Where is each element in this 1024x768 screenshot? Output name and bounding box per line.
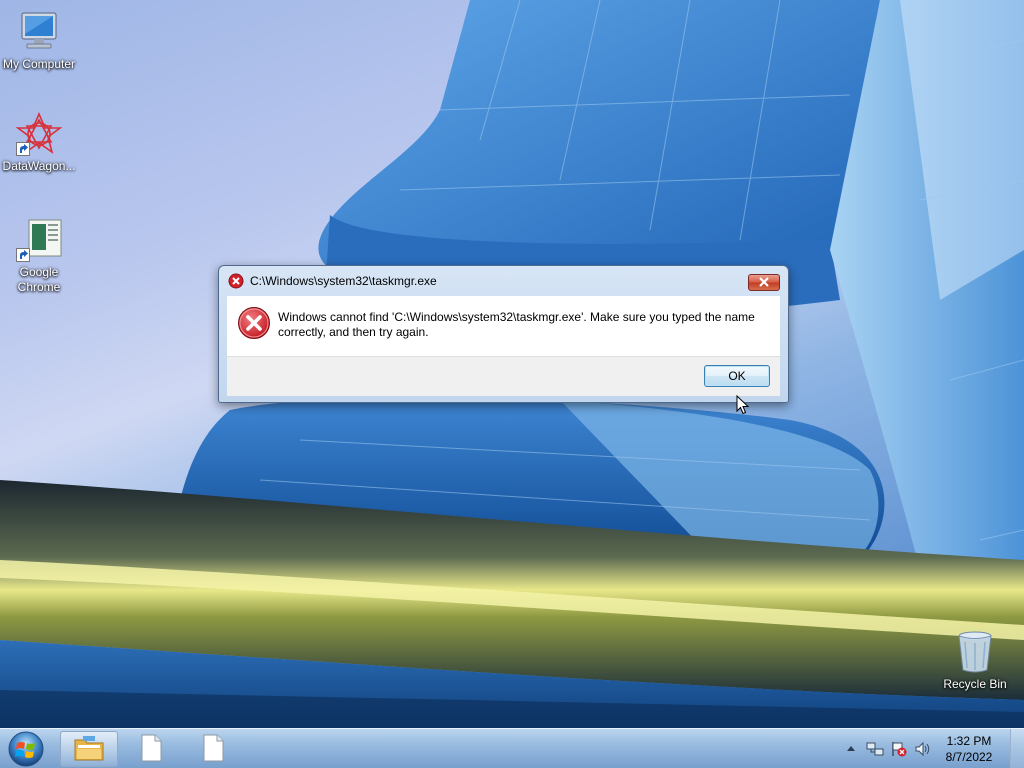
shortcut-arrow-icon xyxy=(16,142,30,156)
close-icon xyxy=(758,276,770,290)
taskbar: 1:32 PM 8/7/2022 xyxy=(0,728,1024,768)
start-button[interactable] xyxy=(6,730,46,768)
desktop-icon-label: My Computer xyxy=(2,57,76,71)
desktop-icon-recycle-bin[interactable]: Recycle Bin xyxy=(936,630,1014,692)
taskbar-clock[interactable]: 1:32 PM 8/7/2022 xyxy=(939,733,999,765)
desktop-icon-my-computer[interactable]: My Computer xyxy=(0,10,78,72)
taskbar-button-file-explorer[interactable] xyxy=(60,731,118,767)
clock-time: 1:32 PM xyxy=(946,734,992,748)
show-desktop-button[interactable] xyxy=(1010,729,1024,768)
taskbar-button-document-2[interactable] xyxy=(184,731,242,767)
desktop-icon-label: DataWagon... xyxy=(2,159,76,173)
datawagon-icon xyxy=(15,111,63,156)
shortcut-arrow-icon xyxy=(16,248,30,262)
mouse-cursor-icon xyxy=(736,395,750,415)
dialog-footer: OK xyxy=(227,356,780,396)
desktop-icon-label: Recycle Bin xyxy=(943,677,1007,691)
ok-button[interactable]: OK xyxy=(704,365,770,387)
desktop-icon-label: Google Chrome xyxy=(17,265,61,294)
computer-icon xyxy=(15,10,63,54)
desktop-icon-datawagon[interactable]: DataWagon... xyxy=(0,111,78,174)
clock-date: 8/7/2022 xyxy=(945,750,993,764)
dialog-body: Windows cannot find 'C:\Windows\system32… xyxy=(227,296,780,356)
speaker-icon[interactable] xyxy=(914,741,932,757)
action-center-flag-icon[interactable] xyxy=(890,741,908,757)
chevron-up-icon[interactable] xyxy=(844,741,862,757)
dialog-message: Windows cannot find 'C:\Windows\system32… xyxy=(278,310,755,339)
windows-start-icon xyxy=(8,731,44,767)
error-dialog: C:\Windows\system32\taskmgr.exe Windows xyxy=(218,265,789,403)
dialog-titlebar[interactable]: C:\Windows\system32\taskmgr.exe xyxy=(219,266,788,296)
error-icon xyxy=(228,273,244,289)
taskbar-button-document-1[interactable] xyxy=(122,731,180,767)
network-icon[interactable] xyxy=(866,741,884,757)
dialog-title: C:\Windows\system32\taskmgr.exe xyxy=(250,274,437,288)
desktop-icon-google-chrome[interactable]: Google Chrome xyxy=(0,218,78,295)
blank-document-icon xyxy=(139,734,163,765)
blank-document-icon xyxy=(201,734,225,765)
file-explorer-icon xyxy=(73,734,105,765)
error-icon xyxy=(237,306,271,340)
close-button[interactable] xyxy=(748,274,780,291)
recycle-bin-icon xyxy=(951,630,999,674)
chrome-icon xyxy=(15,218,63,262)
